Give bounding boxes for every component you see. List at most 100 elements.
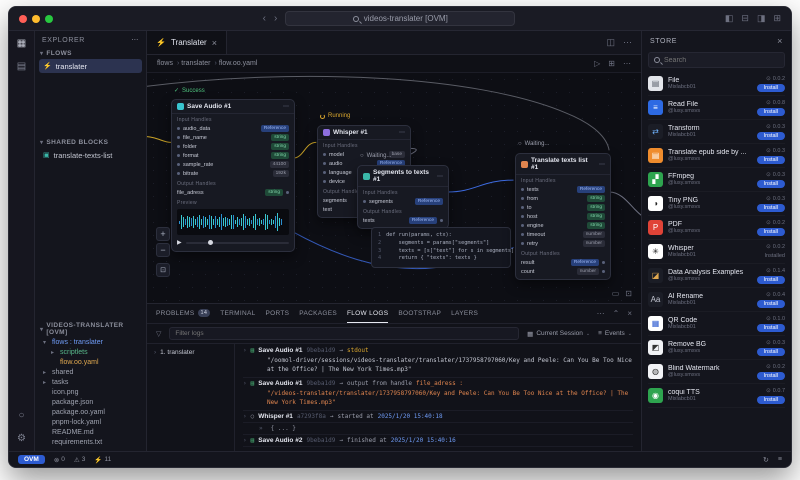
console-icon[interactable]: ⊡	[625, 289, 632, 298]
close-store-icon[interactable]: ×	[777, 36, 783, 46]
store-item[interactable]: ◩ Remove BG @lusy.smsvs ⊙ 0.0.3 Install	[648, 336, 785, 360]
node-more-icon[interactable]: ⋯	[437, 173, 443, 180]
store-search[interactable]	[648, 52, 785, 68]
expand-chevron-icon[interactable]: »	[259, 425, 263, 432]
file-tree-item[interactable]: icon.png	[35, 387, 146, 397]
flow-canvas[interactable]: ✓ Success Save Audio #1 ⋯ Input Handles …	[147, 73, 641, 303]
panel-tab[interactable]: FLOW LOGS	[346, 304, 389, 323]
handle-port[interactable]	[521, 188, 524, 191]
handle-port[interactable]	[521, 242, 524, 245]
sync-icon[interactable]: ↻	[763, 456, 769, 464]
tab-translater[interactable]: ⚡ Translater ×	[147, 31, 227, 54]
handle-port[interactable]	[177, 154, 180, 157]
shared-blocks-section-header[interactable]: ▾ SHARED BLOCKS	[35, 136, 146, 147]
install-button[interactable]: Install	[756, 107, 785, 116]
task-count[interactable]: ⚡ 11	[94, 456, 111, 464]
log-group-item[interactable]: › 1. translater	[154, 349, 227, 356]
handle-port[interactable]	[440, 219, 443, 222]
zoom-out-button[interactable]: −	[156, 243, 170, 257]
input-handle-row[interactable]: host string	[516, 212, 610, 221]
panel-tab[interactable]: TERMINAL	[220, 304, 255, 323]
notifications-icon[interactable]: ≡	[778, 456, 782, 464]
store-item[interactable]: ≡ Read File @lusy.smsvs ⊙ 0.0.8 Install	[648, 96, 785, 120]
store-item[interactable]: ⇄ Transform Mixlabcb01 ⊙ 0.0.3 Install	[648, 120, 785, 144]
slider-handle[interactable]	[208, 240, 214, 245]
store-item[interactable]: ◉ coqui TTS Mixlabcb01 ⊙ 0.0.7 Install	[648, 384, 785, 408]
input-handle-row[interactable]: engine string	[516, 221, 610, 230]
file-tree-item[interactable]: ▸ shared	[35, 367, 146, 377]
panel-tab[interactable]: PROBLEMS 14	[156, 304, 211, 323]
flow-item-translater[interactable]: ⚡ translater	[39, 59, 142, 73]
output-handle-row[interactable]: result Reference	[516, 258, 610, 267]
account-icon[interactable]: ○	[18, 410, 24, 421]
breadcrumb-item[interactable]: translater ›	[181, 60, 219, 67]
editor-more-icon[interactable]: ⋯	[623, 37, 632, 48]
titlebar-search[interactable]: videos-translater [OVM]	[285, 11, 516, 26]
zoom-in-button[interactable]: +	[156, 227, 170, 241]
handle-port[interactable]	[323, 162, 326, 165]
toggle-bottom-panel-icon[interactable]: ⊟	[741, 13, 749, 24]
node-more-icon[interactable]: ⋯	[599, 161, 605, 168]
shared-block-item[interactable]: ▣ translate-texts-list	[39, 148, 142, 162]
file-tree-item[interactable]: README.md	[35, 427, 146, 437]
split-editor-icon[interactable]: ◫	[606, 37, 615, 48]
history-back-icon[interactable]: ‹	[263, 13, 266, 24]
input-handle-row[interactable]: to string	[516, 203, 610, 212]
input-handle-row[interactable]: bitrate 192k	[172, 169, 294, 178]
install-button[interactable]: Install	[756, 227, 785, 236]
store-item[interactable]: ▦ QR Code Mixlabcb01 ⊙ 0.1.0 Install	[648, 312, 785, 336]
layout-grid-icon[interactable]: ⊞	[773, 13, 781, 24]
error-count[interactable]: ⊗ 0	[54, 456, 65, 464]
file-tree-item[interactable]: ▸ scriptlets	[35, 347, 146, 357]
input-handle-row[interactable]: audio_data Reference	[172, 124, 294, 133]
install-button[interactable]: Install	[756, 395, 785, 404]
output-handle-row[interactable]: file_adress string	[172, 188, 294, 197]
handle-port[interactable]	[521, 215, 524, 218]
close-window-button[interactable]	[19, 14, 27, 23]
panel-tab[interactable]: LAYERS	[451, 304, 478, 323]
node-more-icon[interactable]: ⋯	[399, 129, 405, 136]
panel-maximize-icon[interactable]: ⌃	[613, 309, 620, 318]
log-row[interactable]: » { ... }	[243, 423, 633, 436]
panel-close-icon[interactable]: ×	[627, 309, 632, 318]
log-row[interactable]: › ○ Whisper #1 a7293f8a → started at 202…	[243, 411, 633, 424]
blocks-icon[interactable]: ▤	[17, 61, 26, 72]
store-item[interactable]: ✳ Whisper Mixlabcb01 ⊙ 0.0.2 Installed	[648, 240, 785, 264]
input-handle-row[interactable]: from string	[516, 194, 610, 203]
handle-port[interactable]	[363, 200, 366, 203]
explorer-icon[interactable]: ▦	[17, 38, 26, 49]
handle-port[interactable]	[521, 233, 524, 236]
handle-port[interactable]	[521, 206, 524, 209]
panel-tab[interactable]: PORTS	[266, 304, 290, 323]
ovm-badge[interactable]: OVM	[18, 455, 45, 464]
store-item[interactable]: P PDF @lusy.smsvs ⊙ 0.0.2 Install	[648, 216, 785, 240]
install-button[interactable]: Install	[756, 155, 785, 164]
input-handle-row[interactable]: retry number	[516, 239, 610, 248]
seek-slider[interactable]	[185, 240, 289, 245]
panel-tab[interactable]: BOOTSTRAP	[398, 304, 441, 323]
expand-chevron-icon[interactable]: ›	[243, 347, 247, 354]
file-tree-item[interactable]: package.oo.yaml	[35, 407, 146, 417]
input-handle-row[interactable]: timeout number	[516, 230, 610, 239]
install-button[interactable]: Install	[756, 371, 785, 380]
handle-port[interactable]	[521, 197, 524, 200]
input-handle-row[interactable]: texts Reference	[516, 185, 610, 194]
node-translate-texts-list-1[interactable]: ○ Waiting... Translate texts list #1 ⋯ I…	[515, 141, 611, 280]
handle-port[interactable]	[521, 224, 524, 227]
input-handle-row[interactable]: format string	[172, 151, 294, 160]
input-handle-row[interactable]: file_name string	[172, 133, 294, 142]
install-button[interactable]: Installed	[765, 252, 786, 260]
expand-chevron-icon[interactable]: ›	[243, 437, 247, 444]
node-save-audio-1[interactable]: ✓ Success Save Audio #1 ⋯ Input Handles …	[171, 88, 295, 252]
install-button[interactable]: Install	[756, 275, 785, 284]
file-tree-item[interactable]: package.json	[35, 397, 146, 407]
store-item[interactable]: ▤ File Mixlabcb01 ⊙ 0.0.2 Install	[648, 72, 785, 96]
store-item[interactable]: ▤ Translate epub side by ... @lusy.smsvs…	[648, 144, 785, 168]
handle-port[interactable]	[177, 145, 180, 148]
handle-port[interactable]	[177, 163, 180, 166]
store-item[interactable]: ◪ Data Analysis Examples @lusy.smsvs ⊙ 0.…	[648, 264, 785, 288]
panel-tab[interactable]: PACKAGES	[299, 304, 337, 323]
minimize-window-button[interactable]	[32, 14, 40, 23]
log-row[interactable]: › ▤ Save Audio #1 9beba1d9 → output from…	[243, 378, 633, 412]
node-more-icon[interactable]: ⋯	[283, 103, 289, 110]
